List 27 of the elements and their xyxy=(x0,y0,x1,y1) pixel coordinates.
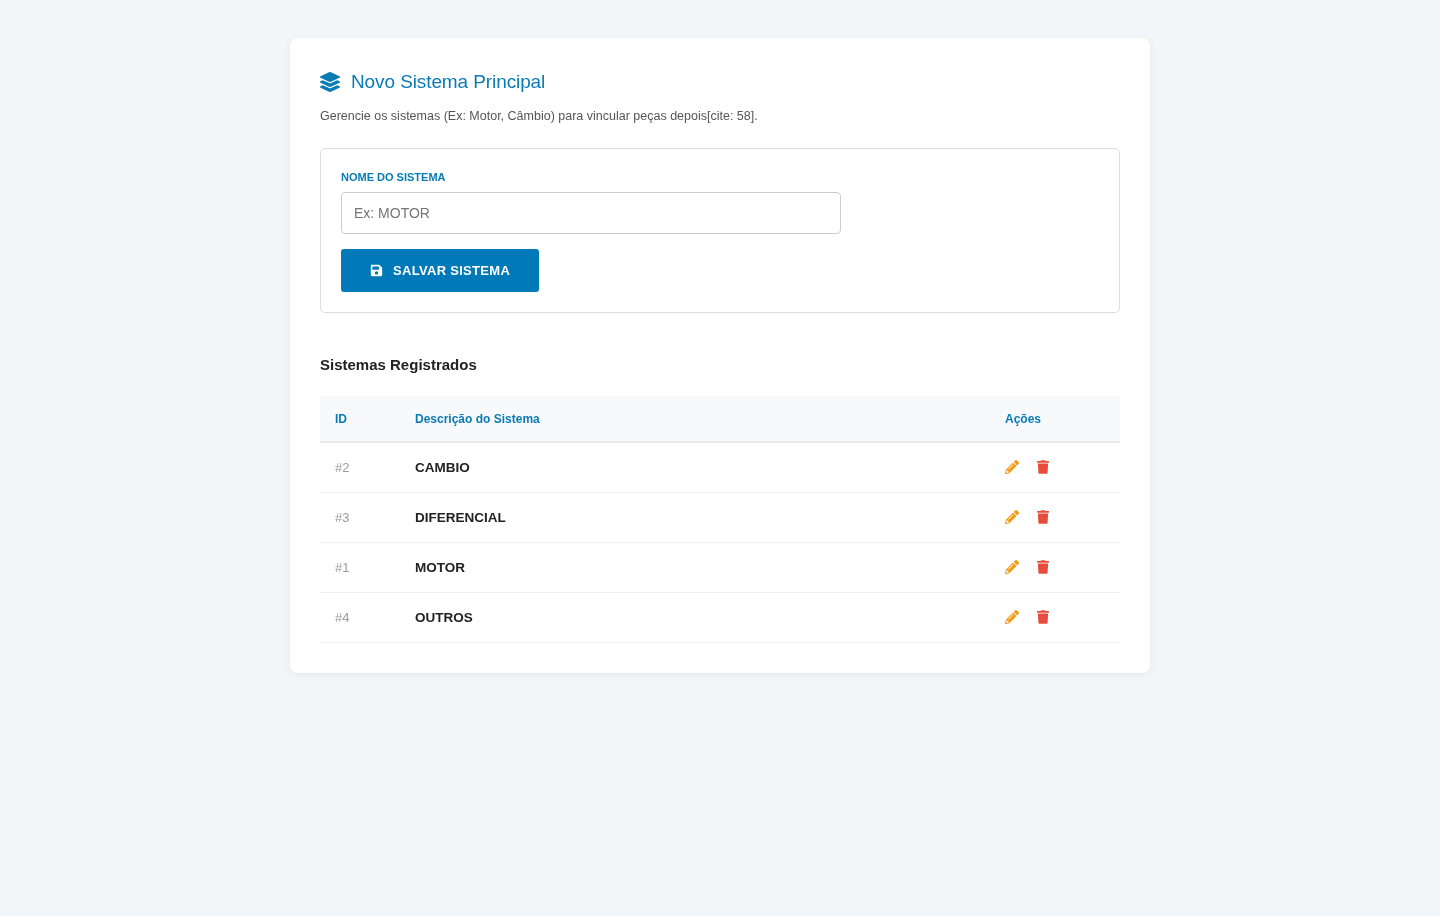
save-icon xyxy=(370,264,383,277)
column-header: Ações xyxy=(990,396,1120,442)
layers-icon xyxy=(320,72,340,92)
page-description: Gerencie os sistemas (Ex: Motor, Câmbio) para vincular peças depois[cite: 58]. xyxy=(320,108,759,125)
delete-icon[interactable] xyxy=(1037,610,1049,624)
delete-icon[interactable] xyxy=(1037,560,1049,574)
column-header: Descrição do Sistema xyxy=(400,396,990,442)
input-field[interactable]: Ex: MOTOR xyxy=(341,192,841,234)
save-button[interactable]: SALVAR SISTEMA xyxy=(341,249,540,292)
edit-icon[interactable] xyxy=(1005,560,1019,574)
delete-icon[interactable] xyxy=(1037,510,1049,524)
id-cell: #3 xyxy=(335,510,350,525)
name-cell: OUTROS xyxy=(415,610,473,625)
edit-icon[interactable] xyxy=(1005,460,1019,475)
edit-icon[interactable] xyxy=(1005,510,1019,524)
name-cell: MOTOR xyxy=(415,560,465,575)
page-title: Novo Sistema Principal xyxy=(351,70,546,94)
id-cell: #4 xyxy=(335,610,350,625)
name-cell: CAMBIO xyxy=(415,460,470,476)
field-label: NOME DO SISTEMA xyxy=(341,170,447,184)
section-title: Sistemas Registrados xyxy=(320,355,478,375)
id-cell: #1 xyxy=(335,560,350,575)
delete-icon[interactable] xyxy=(1037,460,1049,475)
edit-icon[interactable] xyxy=(1005,610,1019,624)
id-cell: #2 xyxy=(335,460,350,476)
column-header: ID xyxy=(320,396,400,442)
name-cell: DIFERENCIAL xyxy=(415,510,506,525)
